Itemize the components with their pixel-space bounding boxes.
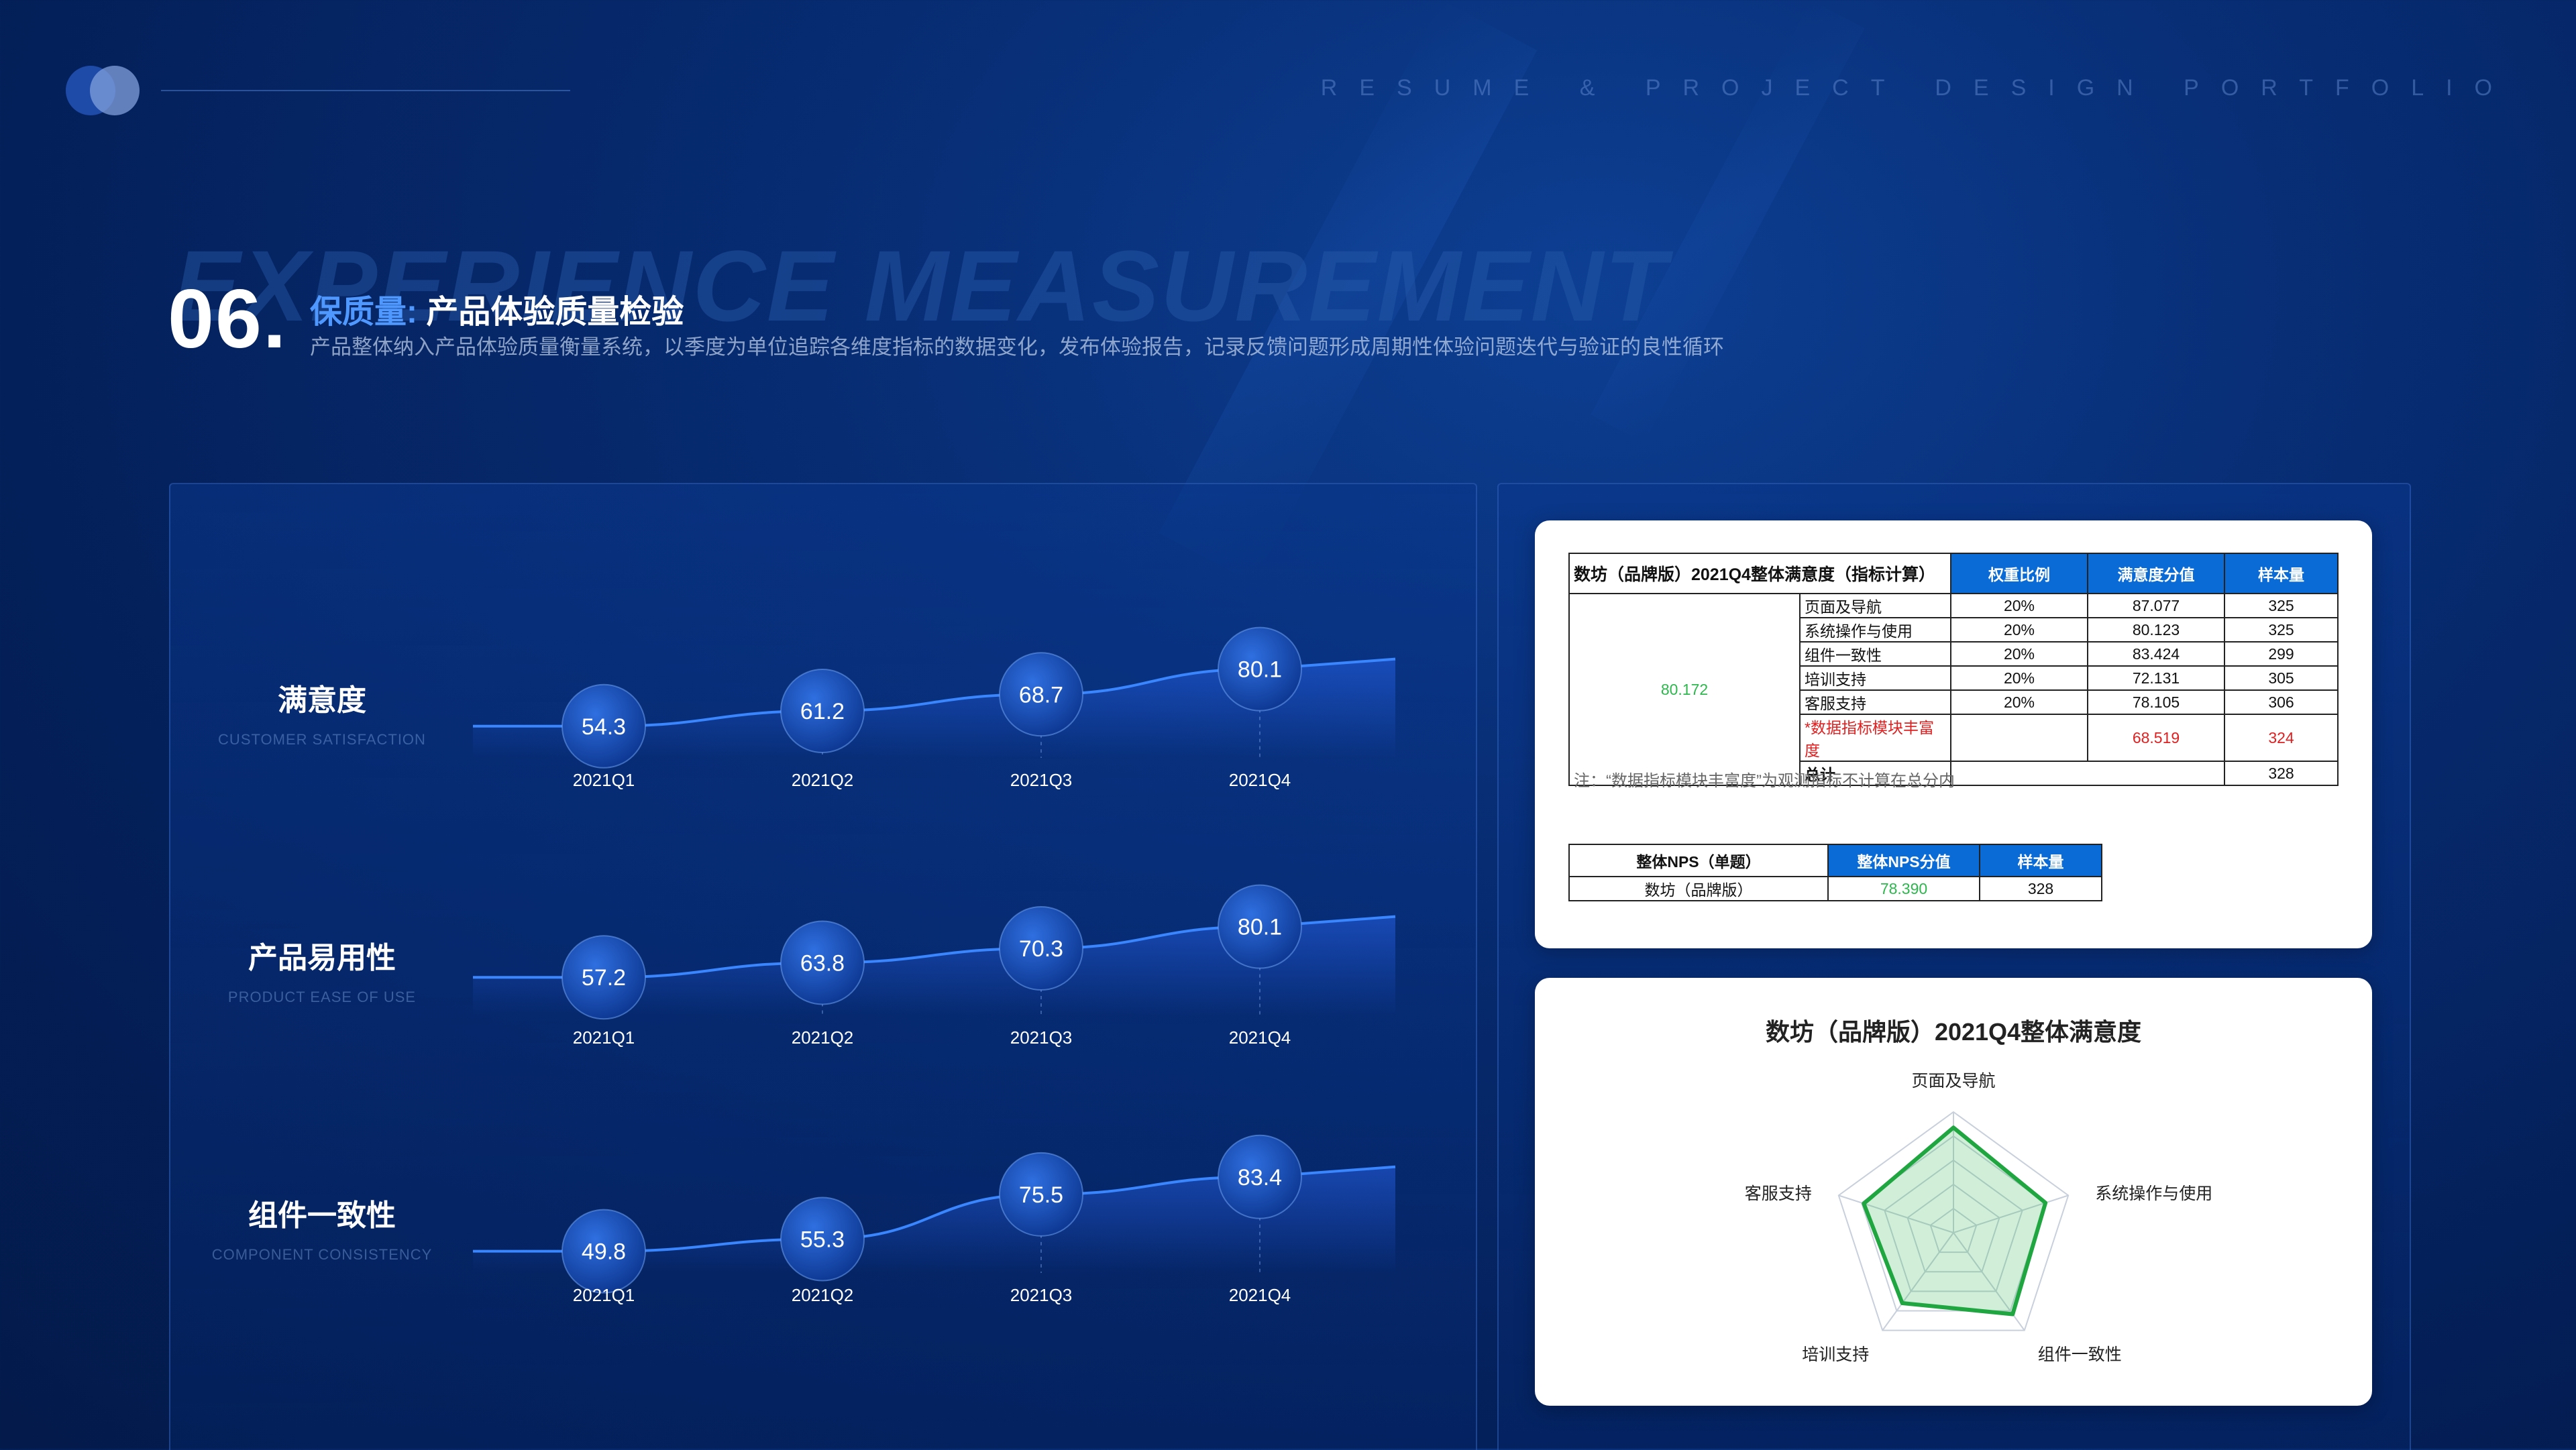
row-weight: 20% [1950,593,2088,618]
value-label: 49.8 [582,1239,626,1265]
quarter-label: 2021Q1 [573,1285,635,1305]
row-name: 页面及导航 [1799,593,1951,618]
value-label: 55.3 [800,1227,845,1253]
row-score: 72.131 [2087,665,2225,691]
row-score: 68.519 [2087,714,2225,762]
section-title-highlight: 保质量: [310,294,417,330]
table-card: 数坊（品牌版）2021Q4整体满意度（指标计算） 权重比例 满意度分值 样本量 … [1535,520,2372,948]
quarter-label: 2021Q1 [573,1027,635,1048]
row-sample: 325 [2224,593,2339,618]
row-sample: 305 [2224,665,2339,691]
row-name: *数据指标模块丰富度 [1799,714,1951,762]
section-subtitle: 产品整体纳入产品体验质量衡量系统，以季度为单位追踪各维度指标的数据变化，发布体验… [310,335,1724,359]
value-label: 70.3 [1019,936,1063,962]
trend-label-cn: 产品易用性 [248,942,396,974]
row-sample: 328 [2224,761,2339,786]
background-streak [1591,0,1865,443]
section-number: 06. [168,273,288,366]
row-sample: 324 [2224,714,2339,762]
trend-label-en: CUSTOMER SATISFACTION [218,731,426,748]
trend-label-satisfaction: 满意度 CUSTOMER SATISFACTION [195,676,449,748]
value-label: 54.3 [582,714,626,740]
table-header: 样本量 [2224,553,2339,594]
row-score: 83.424 [2087,641,2225,667]
row-weight: 20% [1950,689,2088,715]
value-label: 63.8 [800,950,845,976]
quarter-label: 2021Q1 [573,770,635,790]
radar-chart [1837,1111,2070,1331]
row-score: 80.123 [2087,617,2225,643]
trend-chart-ease-of-use: 57.2 2021Q1 63.8 2021Q2 70.3 2021Q3 80.1 2021Q4 [473,884,1396,1048]
radar-card: 数坊（品牌版）2021Q4整体满意度 页面及导航 系统操作与使用 组件一致性 培… [1535,978,2372,1406]
table-header: 满意度分值 [2087,553,2225,594]
section-title-text: 产品体验质量检验 [426,294,684,330]
value-label: 57.2 [582,965,626,991]
quarter-label: 2021Q4 [1229,1027,1291,1048]
trend-label-cn: 组件一致性 [248,1199,396,1232]
header-divider [161,90,570,91]
quarter-label: 2021Q2 [792,1285,854,1305]
trend-chart-satisfaction: 54.3 2021Q1 61.2 2021Q2 68.7 2021Q3 80.1 2021Q4 [473,626,1396,790]
value-label: 75.5 [1019,1182,1063,1208]
total-score: 80.172 [1568,593,1801,786]
table-title: 数坊（品牌版）2021Q4整体满意度（指标计算） [1568,553,1951,594]
nps-header: 整体NPS（单题） [1568,844,1829,877]
row-name: 组件一致性 [1799,641,1951,667]
row-weight [1950,714,2088,762]
nps-header: 整体NPS分值 [1827,844,1980,877]
nps-table: 整体NPS（单题） 整体NPS分值 样本量 数坊（品牌版） 78.390 328 [1568,844,2102,901]
quarter-label: 2021Q2 [792,770,854,790]
value-label: 68.7 [1019,682,1063,708]
radar-axis-label: 页面及导航 [1911,1072,1996,1091]
quarter-label: 2021Q2 [792,1027,854,1048]
table-header: 权重比例 [1950,553,2088,594]
trend-label-en: COMPONENT CONSISTENCY [211,1246,433,1263]
row-name: 培训支持 [1799,665,1951,691]
quarter-label: 2021Q3 [1010,1027,1073,1048]
value-label: 80.1 [1238,915,1282,940]
quarter-label: 2021Q3 [1010,1285,1073,1305]
trend-label-consistency: 组件一致性 COMPONENT CONSISTENCY [195,1191,449,1264]
radar-axis-label: 客服支持 [1744,1184,1812,1204]
value-label: 83.4 [1238,1165,1282,1190]
row-score: 78.105 [2087,689,2225,715]
row-score: 87.077 [2087,593,2225,618]
nps-header: 样本量 [1979,844,2102,877]
trend-label-cn: 满意度 [278,684,366,717]
quarter-label: 2021Q4 [1229,1285,1291,1305]
row-sample: 299 [2224,641,2339,667]
value-label: 61.2 [800,699,845,724]
trend-chart-consistency: 49.8 2021Q1 55.3 2021Q2 75.5 2021Q3 83.4 2021Q4 [473,1134,1396,1305]
nps-row-score: 78.390 [1827,876,1980,901]
row-weight: 20% [1950,617,2088,643]
nps-row-sample: 328 [1979,876,2102,901]
quarter-label: 2021Q3 [1010,770,1073,790]
radar-axis-label: 培训支持 [1802,1345,1870,1364]
row-name: 系统操作与使用 [1799,617,1951,643]
satisfaction-table: 数坊（品牌版）2021Q4整体满意度（指标计算） 权重比例 满意度分值 样本量 … [1568,553,2339,786]
quarter-label: 2021Q4 [1229,770,1291,790]
section-title: 保质量: 产品体验质量检验 [310,285,684,332]
row-name: 客服支持 [1799,689,1951,715]
trend-label-ease-of-use: 产品易用性 PRODUCT EASE OF USE [195,934,449,1006]
radar-series [1862,1125,2048,1317]
radar-axis-label: 系统操作与使用 [2095,1184,2213,1204]
radar-axis-label: 组件一致性 [2037,1345,2122,1364]
row-weight: 20% [1950,665,2088,691]
nps-row-name: 数坊（品牌版） [1568,876,1829,901]
trend-label-en: PRODUCT EASE OF USE [227,989,417,1005]
value-label: 80.1 [1238,657,1282,683]
portfolio-caption: RESUME & PROJECT DESIGN PORTFOLIO [1320,75,2514,101]
row-empty [1950,761,2225,786]
row-sample: 325 [2224,617,2339,643]
table-note: 注：“数据指标模块丰富度”为观测指标不计算在总分内 [1574,772,1955,790]
row-sample: 306 [2224,689,2339,715]
row-weight: 20% [1950,641,2088,667]
